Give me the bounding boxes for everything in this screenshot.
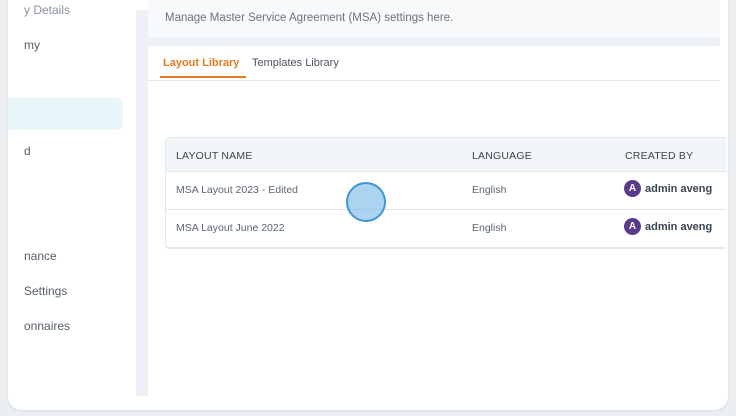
description-bar: Manage Master Service Agreement (MSA) se…	[148, 0, 720, 38]
sidebar-active-highlight	[8, 98, 123, 130]
tab-layout-library[interactable]: Layout Library	[163, 57, 239, 69]
column-header-layout-name[interactable]: LAYOUT NAME	[176, 150, 253, 162]
sidebar-divider	[136, 10, 148, 396]
sidebar-item-settings[interactable]: Settings	[24, 284, 67, 298]
creator-name: admin aveng	[645, 182, 713, 195]
sidebar-item-my[interactable]: my	[24, 38, 40, 52]
tab-bar: Layout Library Templates Library	[148, 46, 720, 81]
table-row[interactable]: MSA Layout 2023 - Edited English A admin…	[166, 171, 726, 210]
tab-templates-library[interactable]: Templates Library	[252, 57, 339, 69]
sidebar: y Details my d nance Settings onnaires	[8, 0, 136, 410]
avatar-icon: A	[624, 218, 641, 235]
section-gap	[148, 38, 720, 46]
created-by-cell: A admin aveng	[624, 218, 712, 235]
sidebar-item-nance[interactable]: nance	[24, 249, 57, 263]
cursor-click-indicator	[346, 182, 386, 222]
avatar-icon: A	[624, 180, 641, 197]
page-description: Manage Master Service Agreement (MSA) se…	[165, 12, 454, 24]
layout-name-cell[interactable]: MSA Layout June 2022	[176, 222, 285, 234]
sidebar-item-d[interactable]: d	[24, 144, 31, 158]
created-by-cell: A admin aveng	[624, 180, 712, 197]
table-header: LAYOUT NAME LANGUAGE CREATED BY	[166, 138, 726, 172]
language-cell: English	[472, 222, 507, 234]
layout-name-cell[interactable]: MSA Layout 2023 - Edited	[176, 184, 298, 196]
language-cell: English	[472, 184, 507, 196]
column-header-language[interactable]: LANGUAGE	[472, 150, 532, 162]
main-content: Manage Master Service Agreement (MSA) se…	[148, 0, 726, 396]
sidebar-item-onnaires[interactable]: onnaires	[24, 319, 70, 333]
layout-table: LAYOUT NAME LANGUAGE CREATED BY MSA Layo…	[165, 137, 726, 249]
table-row[interactable]: MSA Layout June 2022 English A admin ave…	[166, 209, 726, 248]
column-header-created-by[interactable]: CREATED BY	[625, 150, 693, 162]
active-tab-indicator	[160, 76, 246, 78]
creator-name: admin aveng	[645, 220, 713, 233]
sidebar-item-details[interactable]: y Details	[24, 3, 70, 17]
